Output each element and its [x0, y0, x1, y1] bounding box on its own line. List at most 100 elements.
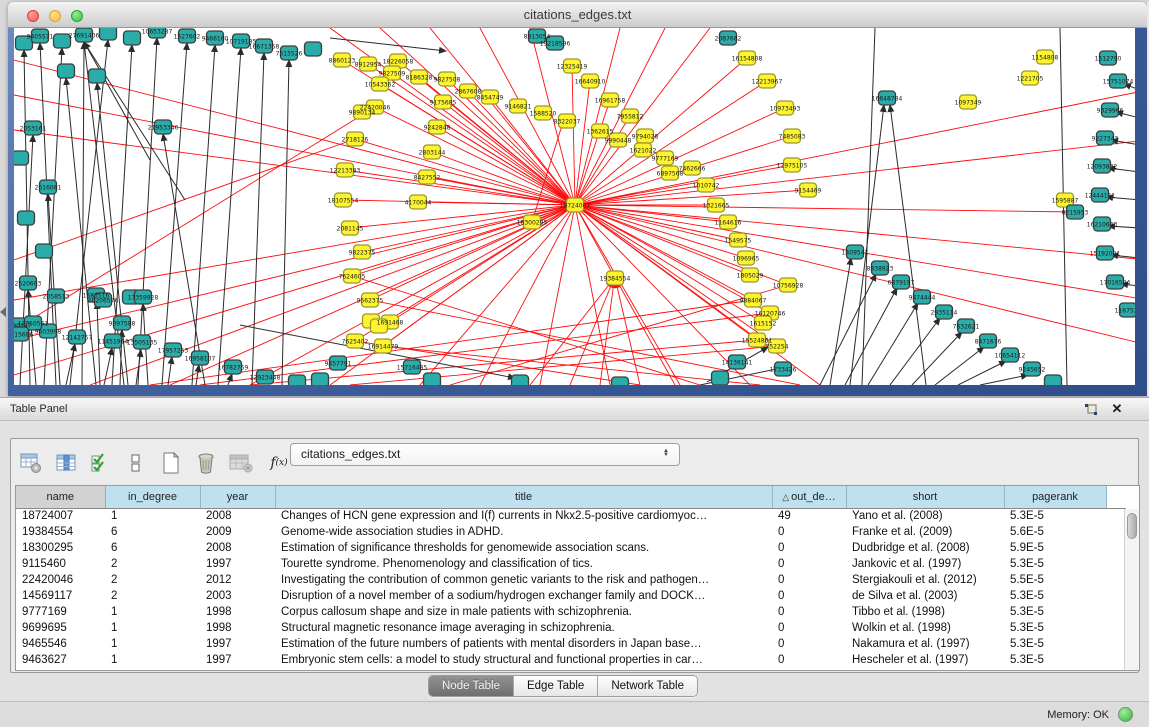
- table-cell[interactable]: 18724007: [16, 508, 105, 524]
- graph-edge-black[interactable]: [218, 48, 241, 385]
- table-cell[interactable]: 0: [772, 540, 846, 556]
- table-cell[interactable]: Estimation of the future numbers of pati…: [275, 636, 772, 652]
- table-header-row[interactable]: namein_degreeyeartitle△out_de…shortpager…: [16, 486, 1126, 508]
- table-selector-dropdown[interactable]: citations_edges.txt ▲▼: [290, 443, 680, 466]
- graph-node[interactable]: [312, 373, 329, 385]
- graph-edge-black[interactable]: [168, 357, 172, 385]
- table-cell[interactable]: Changes of HCN gene expression and I(f) …: [275, 508, 772, 524]
- table-row[interactable]: 2242004622012Investigating the contribut…: [16, 572, 1126, 588]
- tab-edge-table[interactable]: Edge Table: [514, 676, 598, 696]
- select-all-rows-icon[interactable]: [89, 451, 113, 475]
- table-row[interactable]: 977716911998Corpus callosum shape and si…: [16, 604, 1126, 620]
- table-cell[interactable]: 5.9E-5: [1004, 540, 1106, 556]
- graph-node[interactable]: [289, 375, 306, 385]
- graph-edge-red[interactable]: [616, 282, 640, 385]
- create-table-icon[interactable]: [159, 451, 183, 475]
- graph-edge-black[interactable]: [868, 303, 918, 385]
- graph-edge-black[interactable]: [228, 374, 232, 385]
- float-panel-icon[interactable]: [1083, 402, 1099, 418]
- select-columns-icon[interactable]: [54, 451, 78, 475]
- column-header-in_degree[interactable]: in_degree: [105, 486, 200, 508]
- table-cell[interactable]: 0: [772, 572, 846, 588]
- graph-edge-red[interactable]: [575, 205, 1075, 212]
- graph-edge-black[interactable]: [820, 274, 876, 385]
- column-header-title[interactable]: title: [275, 486, 772, 508]
- table-cell[interactable]: 5.3E-5: [1004, 588, 1106, 604]
- table-cell[interactable]: 1: [105, 604, 200, 620]
- table-cell[interactable]: 5.3E-5: [1004, 620, 1106, 636]
- graph-node[interactable]: [712, 371, 729, 385]
- table-cell[interactable]: Tourette syndrome. Phenomenology and cla…: [275, 556, 772, 572]
- table-cell[interactable]: Wolkin et al. (1998): [846, 620, 1004, 636]
- graph-node[interactable]: [36, 244, 53, 258]
- graph-edge-black[interactable]: [890, 105, 926, 385]
- table-cell[interactable]: 2008: [200, 540, 275, 556]
- table-cell[interactable]: 5.5E-5: [1004, 572, 1106, 588]
- table-cell[interactable]: 5.3E-5: [1004, 604, 1106, 620]
- table-cell[interactable]: 2: [105, 556, 200, 572]
- graph-edge-red[interactable]: [375, 107, 575, 205]
- graph-edge-black[interactable]: [162, 43, 187, 385]
- table-cell[interactable]: 1: [105, 620, 200, 636]
- graph-edge-red[interactable]: [14, 95, 575, 205]
- table-cell[interactable]: 2012: [200, 572, 275, 588]
- table-cell[interactable]: 22420046: [16, 572, 105, 588]
- graph-node[interactable]: [512, 375, 529, 385]
- graph-edge-red[interactable]: [575, 190, 808, 205]
- graph-edge-black[interactable]: [104, 348, 112, 385]
- graph-edge-red[interactable]: [370, 300, 800, 385]
- graph-edge-red[interactable]: [575, 81, 590, 205]
- table-cell[interactable]: Genome-wide association studies in ADHD.: [275, 524, 772, 540]
- table-row[interactable]: 1830029562008Estimation of significance …: [16, 540, 1126, 556]
- table-cell[interactable]: Disruption of a novel member of a sodium…: [275, 588, 772, 604]
- collapse-panel-arrow-icon[interactable]: [0, 307, 6, 317]
- column-header-year[interactable]: year: [200, 486, 275, 508]
- scrollbar-thumb[interactable]: [1127, 513, 1137, 539]
- network-canvas[interactable]: 9405571276914061065328715276029466160107…: [14, 28, 1135, 385]
- table-row[interactable]: 946362711997Embryonic stem cells: a mode…: [16, 652, 1126, 668]
- table-cell[interactable]: 1998: [200, 620, 275, 636]
- column-header-short[interactable]: short: [846, 486, 1004, 508]
- table-cell[interactable]: Dudbridge et al. (2008): [846, 540, 1004, 556]
- graph-edge-black[interactable]: [830, 258, 851, 385]
- graph-edge-red[interactable]: [575, 205, 610, 385]
- table-row[interactable]: 1872400712008Changes of HCN gene express…: [16, 508, 1126, 524]
- graph-node[interactable]: [124, 31, 141, 45]
- table-cell[interactable]: 1998: [200, 604, 275, 620]
- graph-edge-black[interactable]: [980, 375, 1028, 385]
- table-cell[interactable]: 6: [105, 524, 200, 540]
- close-panel-icon[interactable]: ✕: [1109, 401, 1125, 417]
- column-mode-icon[interactable]: [124, 451, 148, 475]
- table-cell[interactable]: 19384554: [16, 524, 105, 540]
- table-cell[interactable]: 49: [772, 508, 846, 524]
- graph-node[interactable]: [100, 28, 117, 40]
- table-cell[interactable]: 5.3E-5: [1004, 636, 1106, 652]
- graph-edge-red[interactable]: [575, 108, 785, 205]
- graph-edge-black[interactable]: [252, 53, 264, 385]
- graph-edge-red[interactable]: [14, 205, 575, 300]
- table-cell[interactable]: 0: [772, 604, 846, 620]
- table-scrollbar[interactable]: [1124, 509, 1139, 670]
- table-row[interactable]: 1456911722003Disruption of a novel membe…: [16, 588, 1126, 604]
- import-table-icon[interactable]: [229, 451, 253, 475]
- table-cell[interactable]: de Silva et al. (2003): [846, 588, 1004, 604]
- graph-edge-red[interactable]: [575, 205, 820, 385]
- table-cell[interactable]: 0: [772, 588, 846, 604]
- graph-edge-red[interactable]: [575, 90, 1135, 205]
- table-cell[interactable]: 2009: [200, 524, 275, 540]
- table-cell[interactable]: 14569117: [16, 588, 105, 604]
- column-header-name[interactable]: name: [16, 486, 105, 508]
- graph-node[interactable]: [1045, 375, 1062, 385]
- table-cell[interactable]: 2: [105, 572, 200, 588]
- graph-edge-red[interactable]: [418, 202, 575, 205]
- graph-edge-black[interactable]: [862, 28, 875, 385]
- column-header-pagerank[interactable]: pagerank: [1004, 486, 1106, 508]
- table-cell[interactable]: Yano et al. (2008): [846, 508, 1004, 524]
- table-cell[interactable]: 5.3E-5: [1004, 652, 1106, 668]
- table-cell[interactable]: Hescheler et al. (1997): [846, 652, 1004, 668]
- table-cell[interactable]: 1997: [200, 652, 275, 668]
- table-cell[interactable]: 0: [772, 620, 846, 636]
- table-cell[interactable]: 2003: [200, 588, 275, 604]
- table-cell[interactable]: 9777169: [16, 604, 105, 620]
- table-cell[interactable]: 5.3E-5: [1004, 556, 1106, 572]
